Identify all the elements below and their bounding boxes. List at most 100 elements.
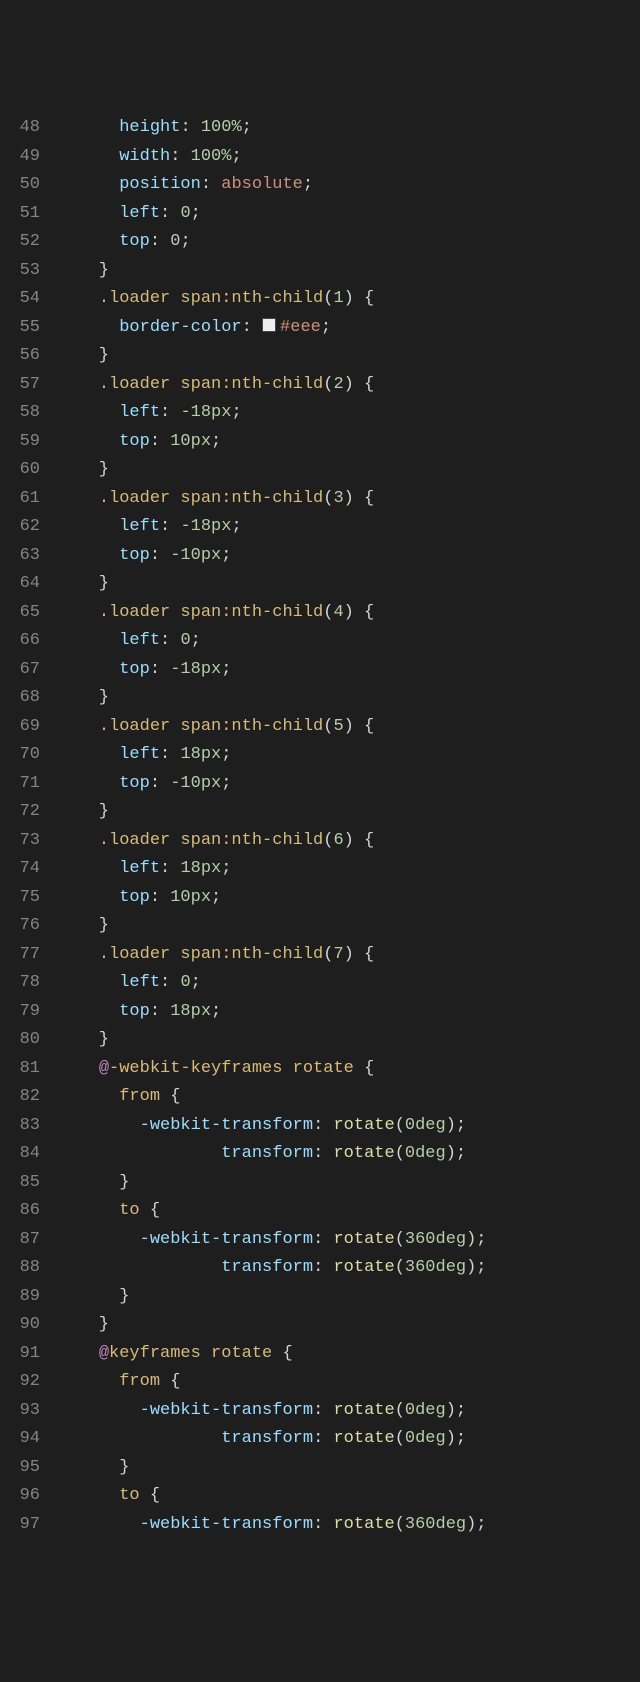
code-line[interactable]: top: 0; [58, 228, 640, 257]
code-line[interactable]: left: -18px; [58, 513, 640, 542]
code-line[interactable]: from { [58, 1083, 640, 1112]
code-line[interactable]: transform: rotate(0deg); [58, 1425, 640, 1454]
code-line[interactable]: transform: rotate(0deg); [58, 1140, 640, 1169]
code-line[interactable]: } [58, 798, 640, 827]
code-line[interactable]: left: 0; [58, 200, 640, 229]
line-number: 66 [8, 627, 40, 656]
line-number: 94 [8, 1425, 40, 1454]
code-line[interactable]: } [58, 912, 640, 941]
code-line[interactable]: -webkit-transform: rotate(0deg); [58, 1397, 640, 1426]
code-line[interactable]: top: -10px; [58, 770, 640, 799]
token-punc [58, 204, 119, 223]
code-line[interactable]: .loader span:nth-child(6) { [58, 827, 640, 856]
token-punc: ) [344, 717, 354, 736]
token-punc: ; [191, 973, 201, 992]
token-sel: .loader span:nth-child [99, 603, 323, 622]
token-punc: : [313, 1429, 333, 1448]
line-number: 55 [8, 314, 40, 343]
code-area[interactable]: height: 100%; width: 100%; position: abs… [58, 114, 640, 1539]
token-punc [58, 1002, 119, 1021]
code-line[interactable]: } [58, 1169, 640, 1198]
token-punc: } [58, 916, 109, 935]
token-punc: ; [211, 888, 221, 907]
code-line[interactable]: transform: rotate(360deg); [58, 1254, 640, 1283]
code-line[interactable]: } [58, 1311, 640, 1340]
token-num: 18 [180, 859, 200, 878]
line-number: 73 [8, 827, 40, 856]
token-num: -10 [170, 774, 201, 793]
code-line[interactable]: top: 18px; [58, 998, 640, 1027]
code-line[interactable]: @keyframes rotate { [58, 1340, 640, 1369]
line-number: 53 [8, 257, 40, 286]
token-prop: -webkit-transform [140, 1401, 313, 1420]
code-line[interactable]: .loader span:nth-child(5) { [58, 713, 640, 742]
token-punc [58, 232, 119, 251]
code-line[interactable]: left: 0; [58, 969, 640, 998]
code-line[interactable]: from { [58, 1368, 640, 1397]
line-number: 87 [8, 1226, 40, 1255]
code-line[interactable]: } [58, 1026, 640, 1055]
code-line[interactable]: position: absolute; [58, 171, 640, 200]
token-num: 0 [405, 1401, 415, 1420]
token-punc: ( [395, 1116, 405, 1135]
code-line[interactable]: } [58, 257, 640, 286]
token-punc: } [58, 802, 109, 821]
code-line[interactable]: left: 18px; [58, 855, 640, 884]
token-punc: ; [231, 517, 241, 536]
code-line[interactable]: left: 0; [58, 627, 640, 656]
token-punc: ( [395, 1144, 405, 1163]
token-unit: px [191, 1002, 211, 1021]
code-line[interactable]: .loader span:nth-child(3) { [58, 485, 640, 514]
token-punc [58, 1515, 140, 1534]
code-line[interactable]: } [58, 1454, 640, 1483]
token-num: -18 [180, 403, 211, 422]
code-line[interactable]: left: -18px; [58, 399, 640, 428]
token-unit: px [201, 745, 221, 764]
code-line[interactable]: top: -18px; [58, 656, 640, 685]
token-punc [58, 631, 119, 650]
token-punc [58, 888, 119, 907]
code-line[interactable]: @-webkit-keyframes rotate { [58, 1055, 640, 1084]
token-prop: left [119, 403, 160, 422]
token-prop: top [119, 232, 150, 251]
token-punc: : [180, 118, 200, 137]
code-line[interactable]: to { [58, 1482, 640, 1511]
code-editor[interactable]: 4849505152535455565758596061626364656667… [0, 114, 640, 1539]
token-punc: ; [221, 859, 231, 878]
code-line[interactable]: .loader span:nth-child(2) { [58, 371, 640, 400]
token-punc: { [140, 1486, 160, 1505]
token-sel: from [119, 1372, 160, 1391]
line-number: 70 [8, 741, 40, 770]
code-line[interactable]: top: 10px; [58, 428, 640, 457]
code-line[interactable]: to { [58, 1197, 640, 1226]
code-line[interactable]: } [58, 342, 640, 371]
code-line[interactable]: .loader span:nth-child(7) { [58, 941, 640, 970]
token-punc: ; [321, 318, 331, 337]
token-sel: .loader span:nth-child [99, 289, 323, 308]
code-line[interactable]: } [58, 1283, 640, 1312]
code-line[interactable]: .loader span:nth-child(1) { [58, 285, 640, 314]
code-line[interactable]: -webkit-transform: rotate(0deg); [58, 1112, 640, 1141]
code-line[interactable]: top: -10px; [58, 542, 640, 571]
code-line[interactable]: height: 100%; [58, 114, 640, 143]
code-line[interactable]: } [58, 456, 640, 485]
line-number: 59 [8, 428, 40, 457]
token-prop: -webkit-transform [140, 1515, 313, 1534]
code-line[interactable]: width: 100%; [58, 143, 640, 172]
token-punc: } [58, 346, 109, 365]
code-line[interactable]: border-color: #eee; [58, 314, 640, 343]
code-line[interactable]: top: 10px; [58, 884, 640, 913]
code-line[interactable]: } [58, 570, 640, 599]
code-line[interactable]: -webkit-transform: rotate(360deg); [58, 1511, 640, 1540]
token-punc: { [140, 1201, 160, 1220]
code-line[interactable]: left: 18px; [58, 741, 640, 770]
code-line[interactable]: } [58, 684, 640, 713]
line-number: 56 [8, 342, 40, 371]
token-punc: : [150, 888, 170, 907]
token-punc [58, 118, 119, 137]
code-line[interactable]: .loader span:nth-child(4) { [58, 599, 640, 628]
token-punc: { [160, 1372, 180, 1391]
code-line[interactable]: -webkit-transform: rotate(360deg); [58, 1226, 640, 1255]
token-punc: : [150, 546, 170, 565]
line-number: 69 [8, 713, 40, 742]
